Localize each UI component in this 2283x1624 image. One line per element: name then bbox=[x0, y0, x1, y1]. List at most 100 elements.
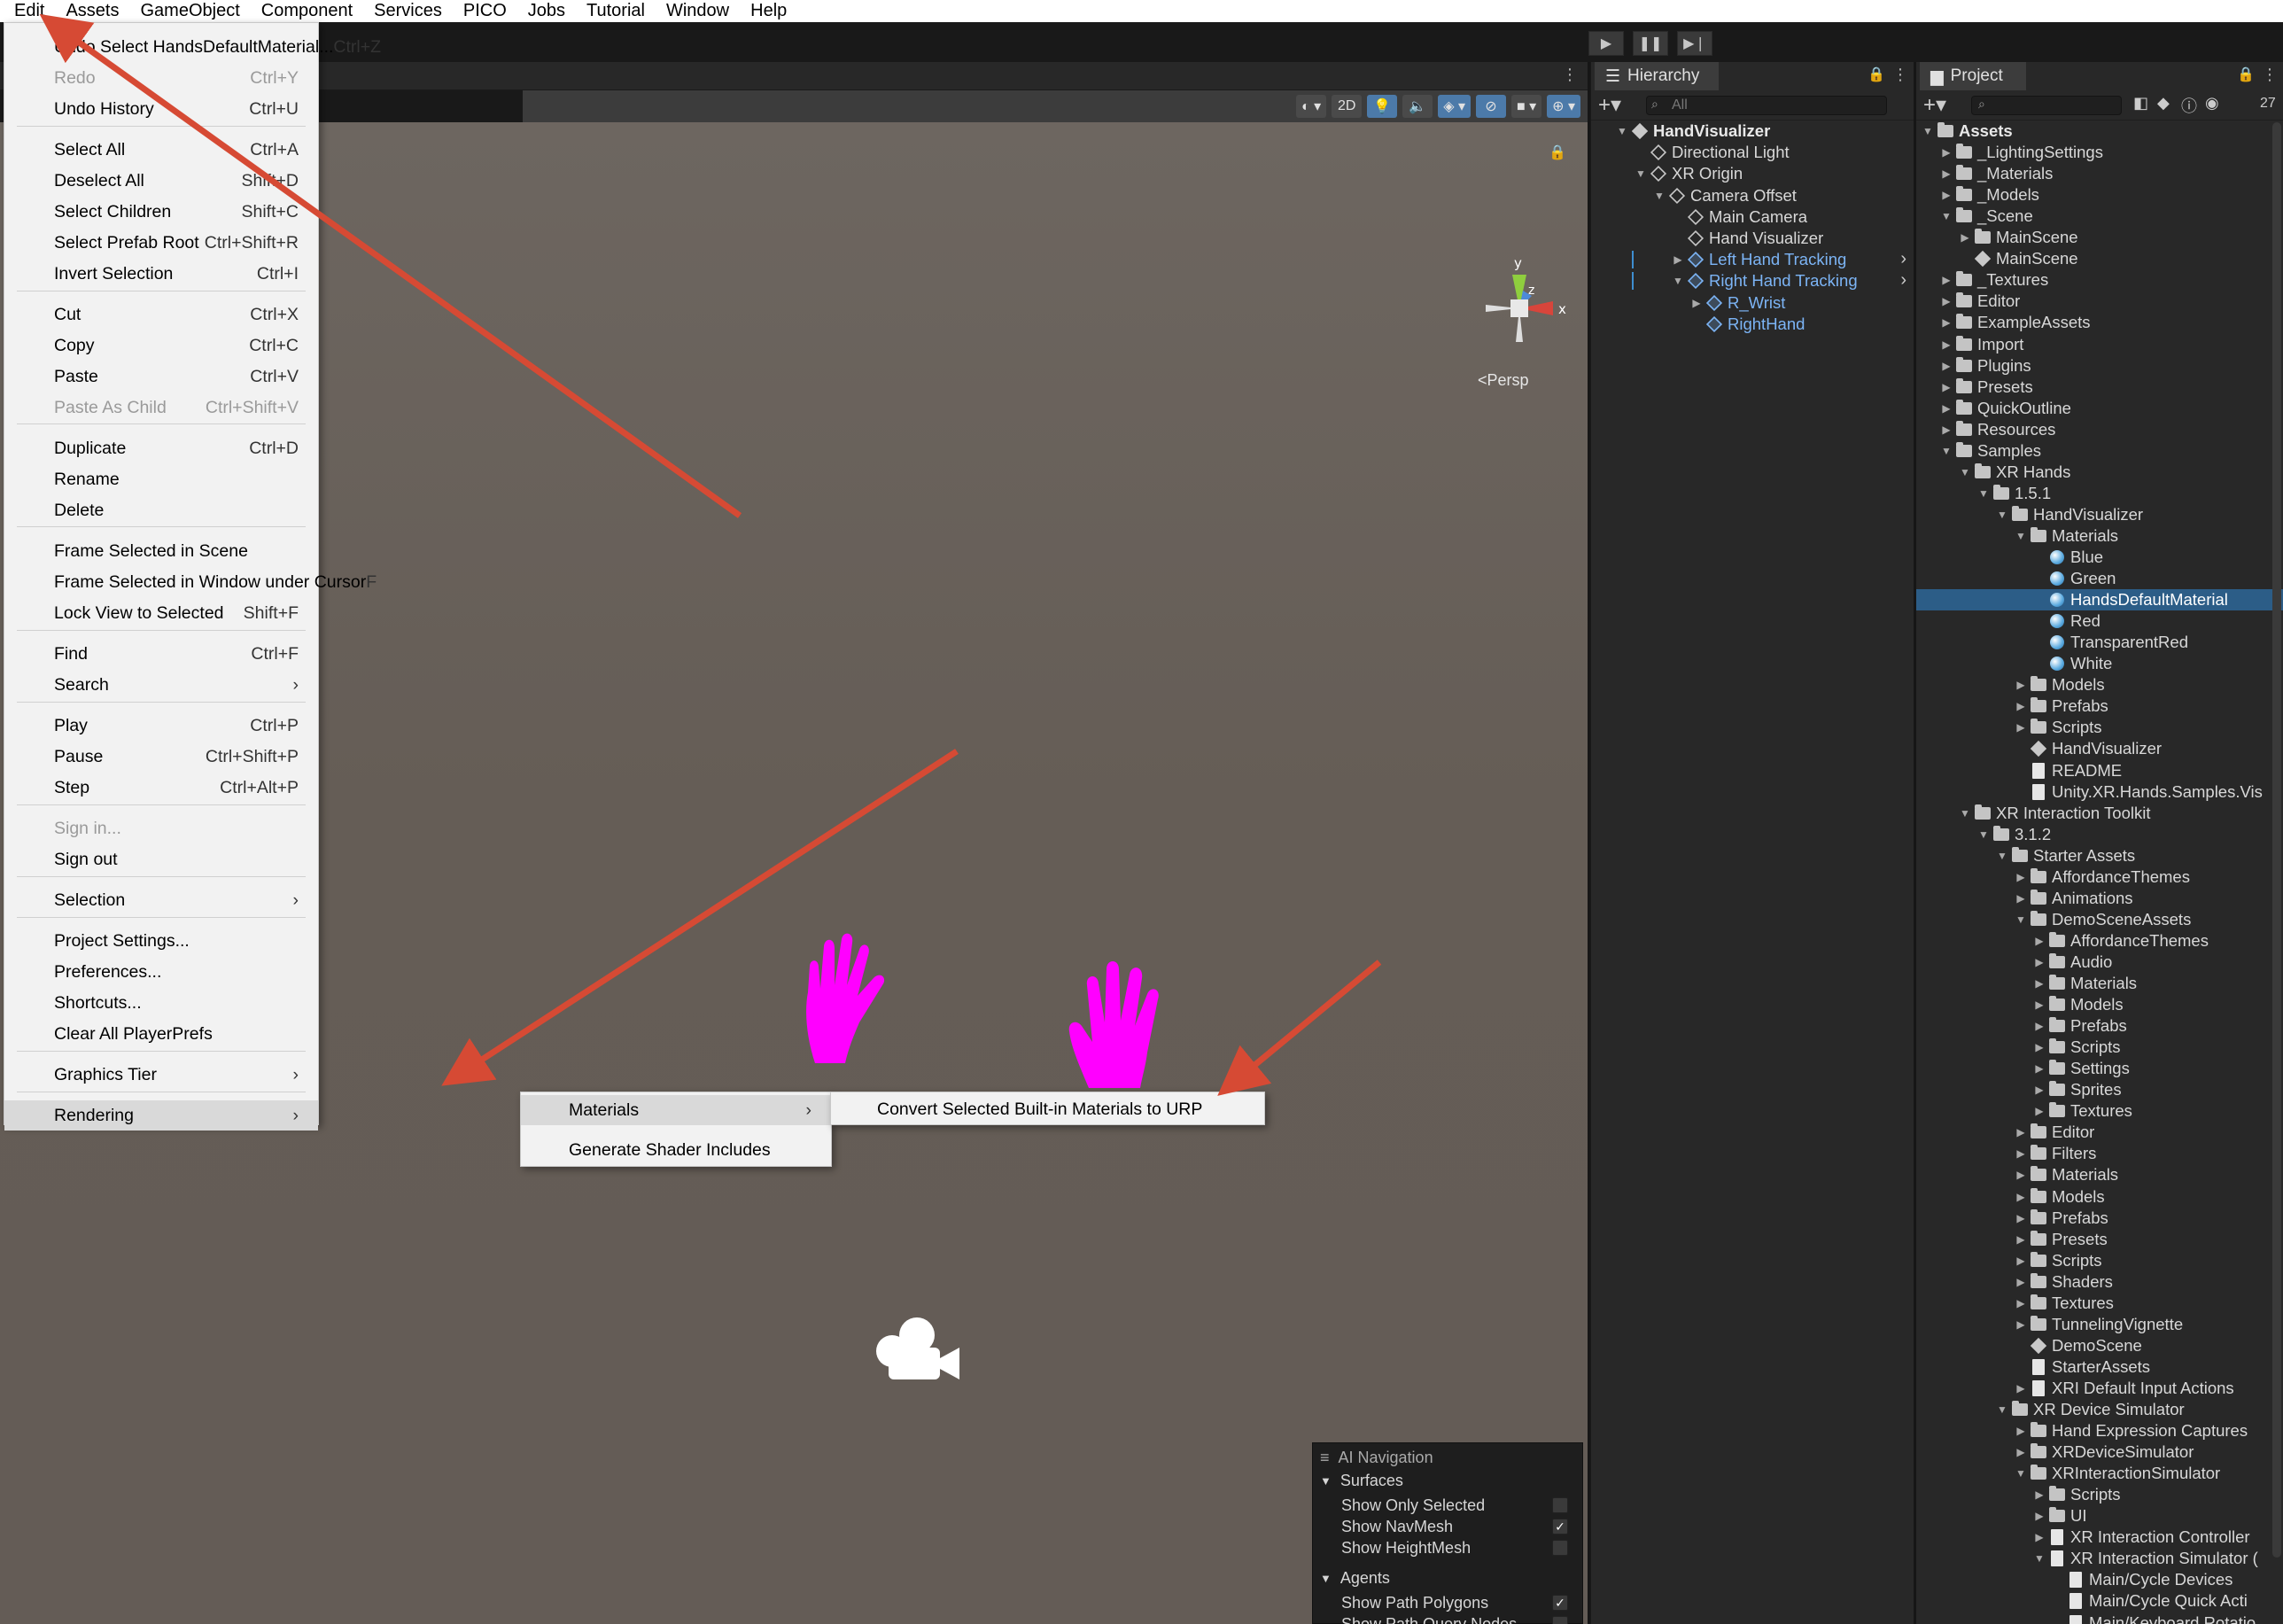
collapsed-arrow-icon[interactable]: ▶ bbox=[2031, 1488, 2047, 1501]
project-item[interactable]: Main/Cycle Quick Acti bbox=[1916, 1590, 2283, 1612]
persp-label[interactable]: <Persp bbox=[1478, 371, 1529, 390]
project-item[interactable]: ▶ Models bbox=[1916, 994, 2283, 1015]
ai-nav-surfaces-foldout[interactable]: ▼ Surfaces bbox=[1313, 1470, 1582, 1491]
edit-menu-item-sign-out[interactable]: Sign out bbox=[4, 844, 318, 874]
collapsed-arrow-icon[interactable]: ▶ bbox=[2013, 1446, 2029, 1458]
filter-type-icon[interactable]: ◧ bbox=[2133, 94, 2148, 113]
convert-to-urp-menu-item[interactable]: Convert Selected Built-in Materials to U… bbox=[831, 1094, 1264, 1124]
edit-menu-item-search[interactable]: Search › bbox=[4, 670, 318, 700]
ai-nav-checkbox[interactable]: ✓ bbox=[1552, 1595, 1568, 1611]
expanded-arrow-icon[interactable]: ▼ bbox=[1670, 275, 1686, 287]
collapsed-arrow-icon[interactable]: ▶ bbox=[2013, 1169, 2029, 1181]
ai-nav-checkbox[interactable] bbox=[1552, 1540, 1568, 1556]
menubar-item-assets[interactable]: Assets bbox=[66, 1, 119, 21]
project-item[interactable]: TransparentRed bbox=[1916, 632, 2283, 653]
open-prefab-chevron-icon[interactable]: › bbox=[1900, 249, 1906, 269]
project-item[interactable]: ▼ Starter Assets bbox=[1916, 845, 2283, 866]
menubar-item-gameobject[interactable]: GameObject bbox=[141, 1, 240, 21]
edit-menu-item-preferences[interactable]: Preferences... bbox=[4, 957, 318, 987]
project-item[interactable]: ▼ 3.1.2 bbox=[1916, 824, 2283, 845]
lock-icon[interactable]: 🔒 bbox=[2237, 66, 2255, 83]
project-item[interactable]: MainScene bbox=[1916, 248, 2283, 269]
menubar-item-component[interactable]: Component bbox=[261, 1, 353, 21]
visibility-icon[interactable]: ◉ bbox=[2205, 94, 2219, 113]
project-item[interactable]: ▼ HandVisualizer bbox=[1916, 504, 2283, 525]
project-item[interactable]: White bbox=[1916, 653, 2283, 674]
expanded-arrow-icon[interactable]: ▼ bbox=[1633, 167, 1649, 180]
expanded-arrow-icon[interactable]: ▼ bbox=[1938, 210, 1954, 222]
edit-menu-item-selection[interactable]: Selection › bbox=[4, 885, 318, 915]
ai-nav-checkbox[interactable]: ✓ bbox=[1552, 1519, 1568, 1535]
collapsed-arrow-icon[interactable]: ▶ bbox=[2013, 1191, 2029, 1203]
ai-nav-header[interactable]: ≡ AI Navigation bbox=[1313, 1447, 1582, 1468]
edit-menu-item-select-prefab-root[interactable]: Select Prefab Root Ctrl+Shift+R bbox=[4, 228, 318, 258]
collapsed-arrow-icon[interactable]: ▶ bbox=[2013, 892, 2029, 905]
project-item[interactable]: ▼ Materials bbox=[1916, 525, 2283, 547]
expanded-arrow-icon[interactable]: ▼ bbox=[1920, 125, 1936, 137]
collapsed-arrow-icon[interactable]: ▶ bbox=[2013, 679, 2029, 691]
project-item[interactable]: README bbox=[1916, 760, 2283, 781]
collapsed-arrow-icon[interactable]: ▶ bbox=[1938, 146, 1954, 159]
project-item[interactable]: ▼ 1.5.1 bbox=[1916, 483, 2283, 504]
hierarchy-search-input[interactable]: All bbox=[1646, 96, 1887, 115]
project-item[interactable]: Blue bbox=[1916, 547, 2283, 568]
ai-nav-agents-foldout[interactable]: ▼ Agents bbox=[1313, 1567, 1582, 1589]
collapsed-arrow-icon[interactable]: ▶ bbox=[2013, 721, 2029, 734]
project-item[interactable]: ▶ Scripts bbox=[1916, 1037, 2283, 1058]
collapsed-arrow-icon[interactable]: ▶ bbox=[2013, 1147, 2029, 1160]
open-prefab-chevron-icon[interactable]: › bbox=[1900, 270, 1906, 291]
project-item[interactable]: ▼ XR Device Simulator bbox=[1916, 1399, 2283, 1420]
expanded-arrow-icon[interactable]: ▼ bbox=[1957, 466, 1973, 478]
hierarchy-item[interactable]: RightHand bbox=[1591, 314, 1914, 335]
menubar-item-services[interactable]: Services bbox=[374, 1, 442, 21]
collapsed-arrow-icon[interactable]: ▶ bbox=[2031, 977, 2047, 990]
project-item[interactable]: ▶ Prefabs bbox=[1916, 695, 2283, 717]
project-item[interactable]: ▶ AffordanceThemes bbox=[1916, 930, 2283, 952]
menubar-item-tutorial[interactable]: Tutorial bbox=[586, 1, 645, 21]
collapsed-arrow-icon[interactable]: ▶ bbox=[1670, 253, 1686, 266]
gizmos-button[interactable]: ⊕ ▾ bbox=[1547, 95, 1580, 118]
expanded-arrow-icon[interactable]: ▼ bbox=[2013, 1467, 2029, 1480]
project-item[interactable]: ▶ Models bbox=[1916, 1186, 2283, 1208]
project-item[interactable]: ▼ DemoSceneAssets bbox=[1916, 909, 2283, 930]
expanded-arrow-icon[interactable]: ▼ bbox=[1994, 1403, 2010, 1416]
collapsed-arrow-icon[interactable]: ▶ bbox=[2031, 1084, 2047, 1096]
menubar-item-window[interactable]: Window bbox=[666, 1, 729, 21]
project-search-input[interactable] bbox=[1971, 96, 2122, 115]
edit-menu-item-pause[interactable]: Pause Ctrl+Shift+P bbox=[4, 742, 318, 772]
hierarchy-item[interactable]: Directional Light bbox=[1591, 142, 1914, 163]
project-item[interactable]: ▶ Materials bbox=[1916, 1164, 2283, 1185]
collapsed-arrow-icon[interactable]: ▶ bbox=[2031, 1105, 2047, 1117]
collapsed-arrow-icon[interactable]: ▶ bbox=[1938, 402, 1954, 415]
project-item[interactable]: ▶ Settings bbox=[1916, 1058, 2283, 1079]
collapsed-arrow-icon[interactable]: ▶ bbox=[2031, 935, 2047, 947]
edit-menu-item-invert-selection[interactable]: Invert Selection Ctrl+I bbox=[4, 259, 318, 289]
edit-menu-item-deselect-all[interactable]: Deselect All Shift+D bbox=[4, 166, 318, 196]
edit-menu-item-rename[interactable]: Rename bbox=[4, 464, 318, 494]
expanded-arrow-icon[interactable]: ▼ bbox=[1994, 850, 2010, 862]
collapsed-arrow-icon[interactable]: ▶ bbox=[2013, 1126, 2029, 1138]
more-options-icon[interactable]: ⋮ bbox=[1892, 66, 1908, 84]
edit-menu-item-cut[interactable]: Cut Ctrl+X bbox=[4, 299, 318, 330]
project-item[interactable]: ▶ AffordanceThemes bbox=[1916, 866, 2283, 888]
edit-menu-item-step[interactable]: Step Ctrl+Alt+P bbox=[4, 773, 318, 803]
lock-icon[interactable]: 🔒 bbox=[1549, 144, 1566, 161]
project-item[interactable]: ▶ Filters bbox=[1916, 1143, 2283, 1164]
collapsed-arrow-icon[interactable]: ▶ bbox=[1938, 338, 1954, 351]
expanded-arrow-icon[interactable]: ▼ bbox=[1976, 487, 1992, 500]
hierarchy-item[interactable]: ▼ XR Origin bbox=[1591, 163, 1914, 184]
collapsed-arrow-icon[interactable]: ▶ bbox=[1957, 231, 1973, 244]
project-item[interactable]: HandsDefaultMaterial bbox=[1916, 589, 2283, 611]
project-item[interactable]: HandVisualizer bbox=[1916, 738, 2283, 759]
collapsed-arrow-icon[interactable]: ▶ bbox=[2031, 1062, 2047, 1075]
menubar-item-jobs[interactable]: Jobs bbox=[528, 1, 565, 21]
orientation-gizmo[interactable]: y z x bbox=[1466, 255, 1572, 361]
collapsed-arrow-icon[interactable]: ▶ bbox=[2013, 1233, 2029, 1246]
tab-hierarchy[interactable]: ☰ Hierarchy bbox=[1595, 62, 1719, 90]
toggle-2d-button[interactable]: 2D bbox=[1332, 95, 1363, 118]
expanded-arrow-icon[interactable]: ▼ bbox=[2013, 913, 2029, 926]
lock-icon[interactable]: 🔒 bbox=[1868, 66, 1885, 83]
project-item[interactable]: ▶ XRDeviceSimulator bbox=[1916, 1441, 2283, 1463]
project-item[interactable]: ▼ XR Interaction Toolkit bbox=[1916, 803, 2283, 824]
project-item[interactable]: Main/Keyboard Rotatio bbox=[1916, 1612, 2283, 1624]
